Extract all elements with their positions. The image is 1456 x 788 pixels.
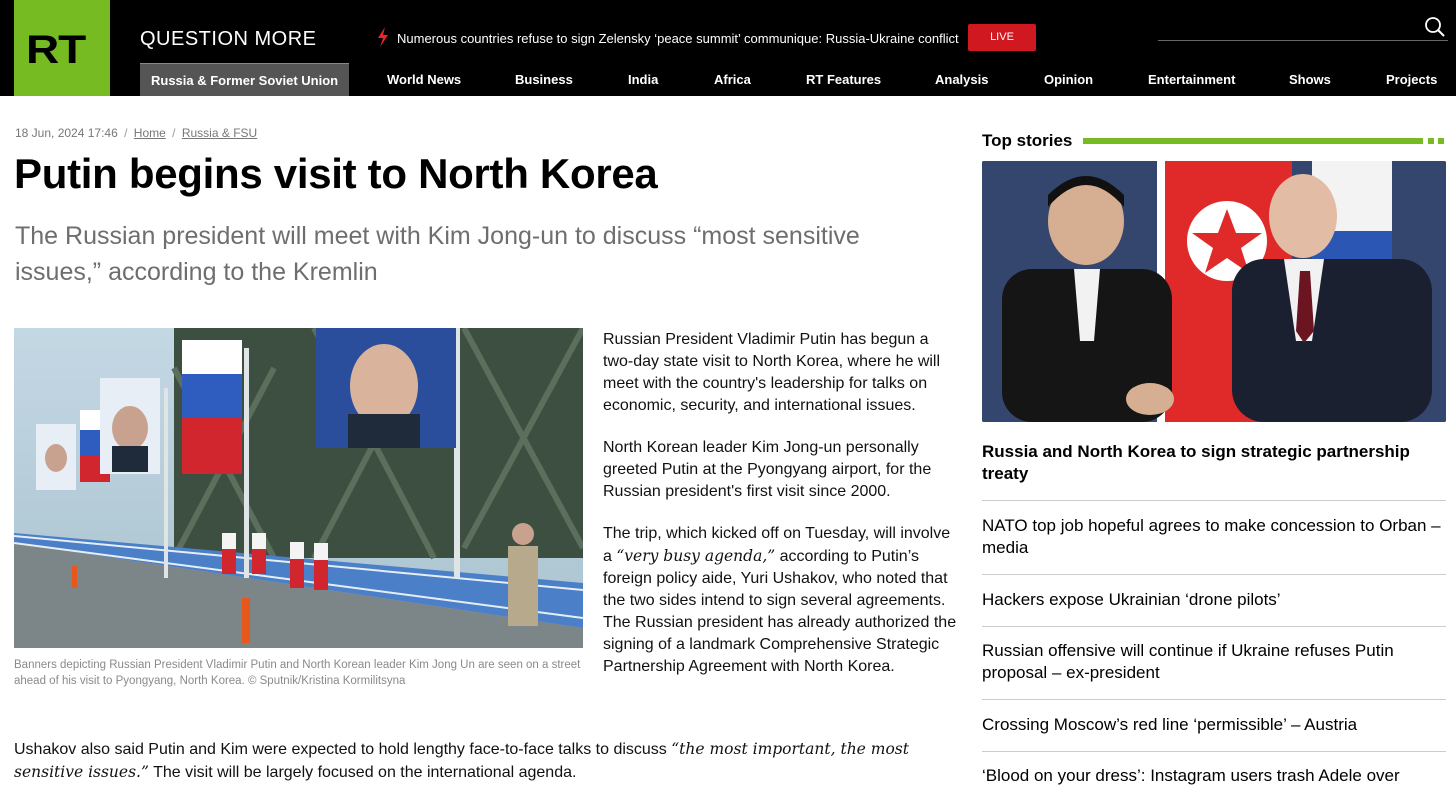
top-stories-heading: Top stories: [982, 131, 1073, 150]
quote: “very busy agenda,”: [616, 547, 776, 565]
search-input[interactable]: [1158, 40, 1448, 41]
rt-logo[interactable]: RT: [14, 0, 110, 96]
article-paragraph: North Korean leader Kim Jong-un personal…: [603, 439, 932, 500]
nav-item-analysis[interactable]: Analysis: [935, 63, 988, 96]
article-paragraph: The trip, which kicked off on Tuesday, w…: [603, 525, 957, 675]
top-story-link[interactable]: ‘Blood on your dress’: Instagram users t…: [982, 765, 1446, 787]
breadcrumb-separator: /: [172, 126, 176, 140]
story-divider: [982, 751, 1446, 752]
article-paragraph: Russian President Vladimir Putin has beg…: [603, 331, 941, 414]
breadcrumb-separator: /: [124, 126, 128, 140]
nav-item-world-news[interactable]: World News: [387, 63, 461, 96]
logo-text: RT: [26, 28, 86, 72]
top-story-link[interactable]: Crossing Moscow’s red line ‘permissible’…: [982, 714, 1446, 736]
photo-caption: Banners depicting Russian President Vlad…: [14, 659, 581, 687]
story-divider: [982, 574, 1446, 575]
nav-item-opinion[interactable]: Opinion: [1044, 63, 1093, 96]
breadcrumb-home[interactable]: Home: [134, 126, 166, 140]
story-divider: [982, 626, 1446, 627]
article-title: Putin begins visit to North Korea: [14, 150, 658, 197]
nav-item-business[interactable]: Business: [515, 63, 573, 96]
top-story-photo[interactable]: [982, 161, 1446, 422]
nav-item-entertainment[interactable]: Entertainment: [1148, 63, 1235, 96]
article-summary: The Russian president will meet with Kim…: [15, 222, 860, 286]
live-button[interactable]: LIVE: [968, 24, 1036, 51]
heading-accent-square: [1438, 138, 1444, 144]
top-story-link[interactable]: Hackers expose Ukrainian ‘drone pilots’: [982, 589, 1446, 611]
breadcrumb-russia-fsu[interactable]: Russia & FSU: [182, 126, 257, 140]
site-header: RT QUESTION MORE Numerous countries refu…: [0, 0, 1456, 96]
top-story-photo-illustration: [982, 161, 1446, 422]
top-story-link[interactable]: Russia and North Korea to sign strategic…: [982, 441, 1446, 485]
story-divider: [982, 699, 1446, 700]
search-icon[interactable]: [1424, 16, 1446, 38]
story-divider: [982, 500, 1446, 501]
heading-accent-bar: [1083, 138, 1423, 144]
article-date: 18 Jun, 2024 17:46: [15, 126, 118, 140]
site-tagline: QUESTION MORE: [140, 28, 317, 50]
nav-item-africa[interactable]: Africa: [714, 63, 751, 96]
top-story-link[interactable]: NATO top job hopeful agrees to make conc…: [982, 515, 1446, 559]
lightning-icon: [378, 27, 388, 47]
heading-accent-square: [1428, 138, 1434, 144]
breaking-news-ticker[interactable]: Numerous countries refuse to sign Zelens…: [397, 31, 959, 46]
article-meta: 18 Jun, 2024 17:46 / Home / Russia & FSU: [15, 126, 257, 140]
article-paragraph: Ushakov also said Putin and Kim were exp…: [14, 740, 909, 781]
nav-item-india[interactable]: India: [628, 63, 658, 96]
nav-item-shows[interactable]: Shows: [1289, 63, 1331, 96]
nav-item-projects[interactable]: Projects: [1386, 63, 1437, 96]
top-story-link[interactable]: Russian offensive will continue if Ukrai…: [982, 640, 1446, 684]
nav-item-russia-fsu[interactable]: Russia & Former Soviet Union: [140, 63, 350, 96]
nav-item-rt-features[interactable]: RT Features: [806, 63, 881, 96]
article-photo-illustration: [14, 328, 583, 648]
main-nav: Russia & Former Soviet Union World News …: [140, 63, 1456, 96]
article-photo[interactable]: [14, 328, 583, 648]
article-body: Russian President Vladimir Putin has beg…: [603, 329, 963, 698]
